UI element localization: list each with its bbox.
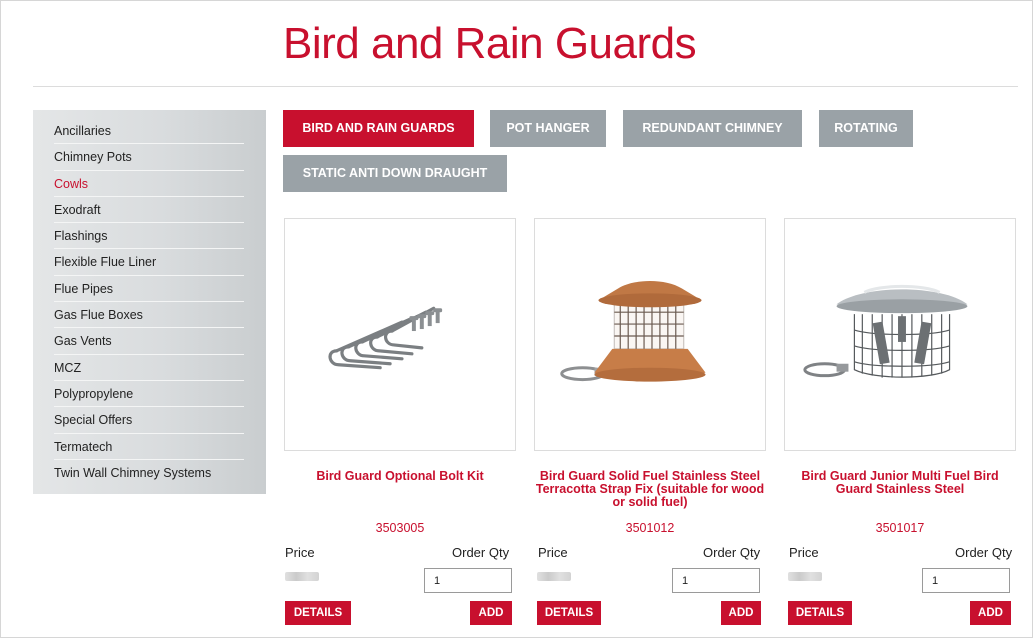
sidebar-item-termatech[interactable]: Termatech	[54, 434, 244, 460]
price-value-blurred	[537, 572, 571, 581]
product-name[interactable]: Bird Guard Solid Fuel Stainless Steel Te…	[534, 470, 766, 509]
price-label: Price	[538, 545, 568, 560]
order-qty-input[interactable]	[922, 568, 1010, 593]
price-value-blurred	[788, 572, 822, 581]
sidebar-item-cowls[interactable]: Cowls	[54, 171, 244, 197]
page-title: Bird and Rain Guards	[283, 19, 697, 68]
order-qty-label: Order Qty	[955, 545, 1013, 560]
sidebar-item-exodraft[interactable]: Exodraft	[54, 197, 244, 224]
order-qty-input[interactable]	[424, 568, 512, 593]
tab-static-anti-down-draught[interactable]: STATIC ANTI DOWN DRAUGHT	[283, 155, 507, 192]
product-image-stainless-bird-guard[interactable]	[784, 218, 1016, 451]
sidebar-item-flexible-flue-liner[interactable]: Flexible Flue Liner	[54, 249, 244, 276]
order-qty-label: Order Qty	[452, 545, 510, 560]
order-qty-label: Order Qty	[703, 545, 761, 560]
details-button[interactable]: DETAILS	[788, 601, 852, 625]
sidebar-item-gas-flue-boxes[interactable]: Gas Flue Boxes	[54, 302, 244, 329]
sidebar-item-gas-vents[interactable]: Gas Vents	[54, 328, 244, 355]
product-name[interactable]: Bird Guard Junior Multi Fuel Bird Guard …	[784, 470, 1016, 496]
price-label: Price	[285, 545, 315, 560]
sidebar-item-mcz[interactable]: MCZ	[54, 355, 244, 381]
price-label: Price	[789, 545, 819, 560]
tab-redundant-chimney[interactable]: REDUNDANT CHIMNEY	[623, 110, 802, 147]
tab-bird-and-rain-guards[interactable]: BIRD AND RAIN GUARDS	[283, 110, 474, 147]
sidebar-item-special-offers[interactable]: Special Offers	[54, 407, 244, 434]
product-name[interactable]: Bird Guard Optional Bolt Kit	[284, 470, 516, 483]
sidebar-item-chimney-pots[interactable]: Chimney Pots	[54, 144, 244, 171]
sidebar-item-flashings[interactable]: Flashings	[54, 223, 244, 250]
terracotta-bird-guard-image	[560, 280, 706, 382]
sidebar-item-twin-wall-chimney-systems[interactable]: Twin Wall Chimney Systems	[54, 460, 244, 486]
details-button[interactable]: DETAILS	[537, 601, 601, 625]
stainless-bird-guard-image	[803, 285, 968, 378]
tab-pot-hanger[interactable]: POT HANGER	[490, 110, 606, 147]
title-divider	[33, 86, 1018, 87]
product-code: 3501017	[875, 521, 925, 535]
product-code: 3501012	[625, 521, 675, 535]
tab-rotating[interactable]: ROTATING	[819, 110, 913, 147]
sidebar-item-flue-pipes[interactable]: Flue Pipes	[54, 276, 244, 303]
add-button[interactable]: ADD	[721, 601, 761, 625]
product-code: 3503005	[375, 521, 425, 535]
details-button[interactable]: DETAILS	[285, 601, 351, 625]
product-image-bolt-kit[interactable]	[284, 218, 516, 451]
add-button[interactable]: ADD	[970, 601, 1011, 625]
bolt-kit-image	[328, 306, 443, 370]
add-button[interactable]: ADD	[470, 601, 512, 625]
product-image-terracotta-bird-guard[interactable]	[534, 218, 766, 451]
order-qty-input[interactable]	[672, 568, 760, 593]
sidebar-item-ancillaries[interactable]: Ancillaries	[54, 118, 244, 145]
category-sidebar: Ancillaries Chimney Pots Cowls Exodraft …	[33, 110, 266, 494]
price-value-blurred	[285, 572, 319, 581]
sidebar-item-polypropylene[interactable]: Polypropylene	[54, 381, 244, 408]
